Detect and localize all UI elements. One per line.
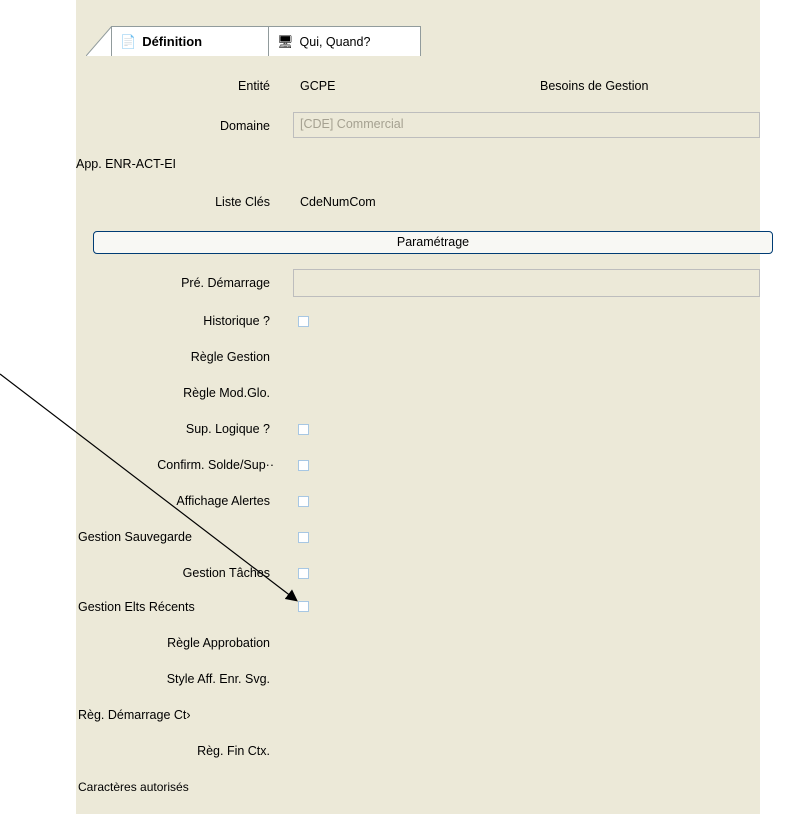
label-historique: Historique ? [203,314,270,328]
sup-logique-checkbox[interactable] [298,424,309,435]
gestion-elts-recents-checkbox[interactable] [298,601,309,612]
label-reg-fin: Règ. Fin Ctx. [197,744,270,758]
label-reg-demarrage: Règ. Démarrage Ct› [78,708,191,722]
gestion-taches-checkbox[interactable] [298,568,309,579]
label-app: App. ENR-ACT-EI [76,157,177,171]
tab-definition[interactable]: 📄 Définition [111,26,269,56]
parametrage-button[interactable]: Paramétrage [93,231,773,254]
value-entite-description: Besoins de Gestion [540,79,649,93]
label-affichage-alertes: Affichage Alertes [176,494,270,508]
confirm-solde-checkbox[interactable] [298,460,309,471]
label-gestion-taches: Gestion Tâches [182,566,270,580]
label-regle-approbation: Règle Approbation [167,636,270,650]
label-confirm-solde: Confirm. Solde/Sup·· [157,458,274,472]
label-sup-logique: Sup. Logique ? [185,422,270,436]
tab-qui-quand[interactable]: 🖥 Qui, Quand? [269,26,421,56]
users-icon: 🖥 [277,33,294,49]
pre-demarrage-field[interactable] [293,269,760,297]
label-pre-demarrage: Pré. Démarrage [181,276,270,290]
value-entite: GCPE [300,79,336,93]
label-liste-cles: Liste Clés [215,195,270,209]
label-domaine: Domaine [219,119,270,133]
label-entite: Entité [238,79,270,93]
label-style-aff: Style Aff. Enr. Svg. [166,672,270,686]
document-icon: 📄 [120,33,137,49]
label-caracteres-autorises: Caractères autorisés [78,780,189,794]
historique-checkbox[interactable] [298,316,309,327]
tab-definition-label: Définition [142,34,203,49]
domaine-value: [CDE] Commercial [300,117,404,131]
gestion-sauvegarde-checkbox[interactable] [298,532,309,543]
affichage-alertes-checkbox[interactable] [298,496,309,507]
domaine-field[interactable]: [CDE] Commercial [293,112,760,138]
label-regle-gestion: Règle Gestion [190,350,270,364]
label-gestion-sauvegarde: Gestion Sauvegarde [78,530,192,544]
tab-qui-quand-label: Qui, Quand? [299,34,371,49]
value-liste-cles: CdeNumCom [300,195,376,209]
label-gestion-elts-recents: Gestion Elts Récents [78,600,195,614]
label-regle-mod-glo: Règle Mod.Glo. [183,386,270,400]
